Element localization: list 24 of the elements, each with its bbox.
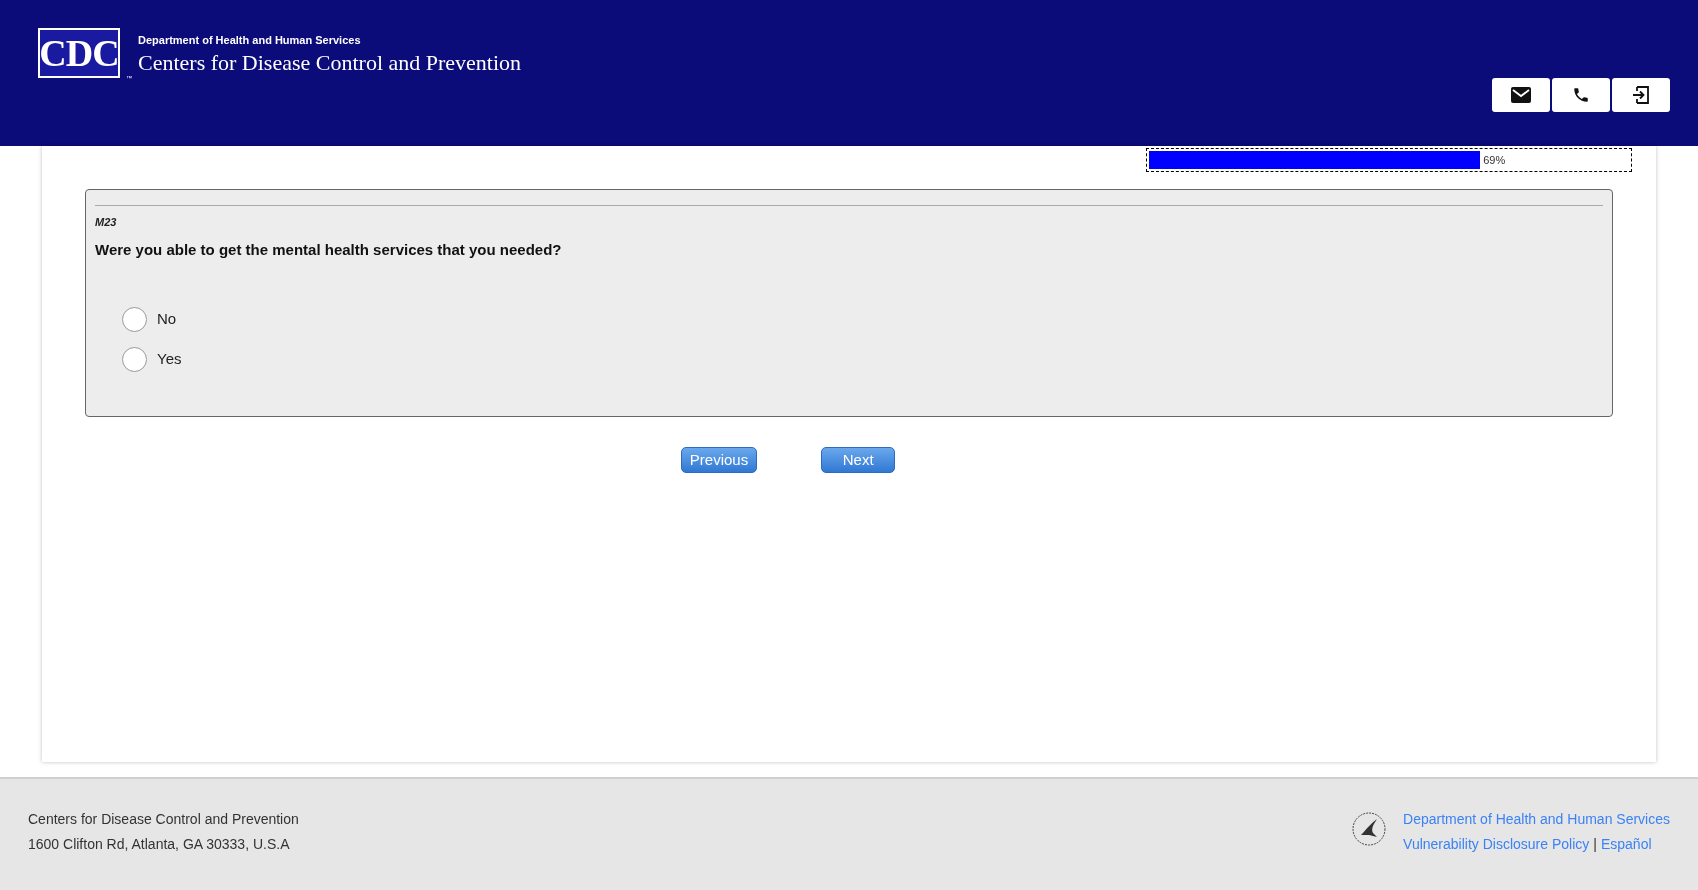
spanish-link[interactable]: Español — [1600, 834, 1652, 855]
vulnerability-policy-link[interactable]: Vulnerability Disclosure Policy — [1403, 834, 1590, 855]
address-line: Centers for Disease Control and Prevention — [28, 810, 299, 829]
question-text: Were you able to get the mental health services that you needed? — [95, 239, 563, 260]
department-name: Department of Health and Human Services — [138, 33, 362, 48]
address-line: 1600 Clifton Rd, Atlanta, GA 30333, U.S.A — [28, 835, 291, 854]
cdc-logo: CDC — [38, 28, 120, 78]
link-separator: | — [1593, 835, 1597, 854]
radio-button[interactable] — [122, 347, 147, 372]
progress-reading: 69% — [1483, 152, 1506, 168]
radio-option[interactable]: No — [122, 307, 177, 332]
radio-option[interactable]: Yes — [122, 347, 182, 372]
agency-name: Centers for Disease Control and Prevention — [138, 48, 522, 76]
mail-button[interactable] — [1492, 78, 1550, 112]
hhs-link[interactable]: Department of Health and Human Services — [1403, 809, 1670, 830]
question-code: M23 — [95, 215, 118, 230]
phone-icon — [1572, 86, 1590, 104]
mail-icon — [1511, 87, 1531, 103]
radio-button[interactable] — [122, 307, 147, 332]
previous-button[interactable]: Previous — [680, 447, 758, 473]
exit-icon — [1631, 85, 1651, 105]
next-button[interactable]: Next — [821, 447, 896, 473]
exit-button[interactable] — [1612, 78, 1670, 112]
phone-button[interactable] — [1552, 78, 1610, 112]
